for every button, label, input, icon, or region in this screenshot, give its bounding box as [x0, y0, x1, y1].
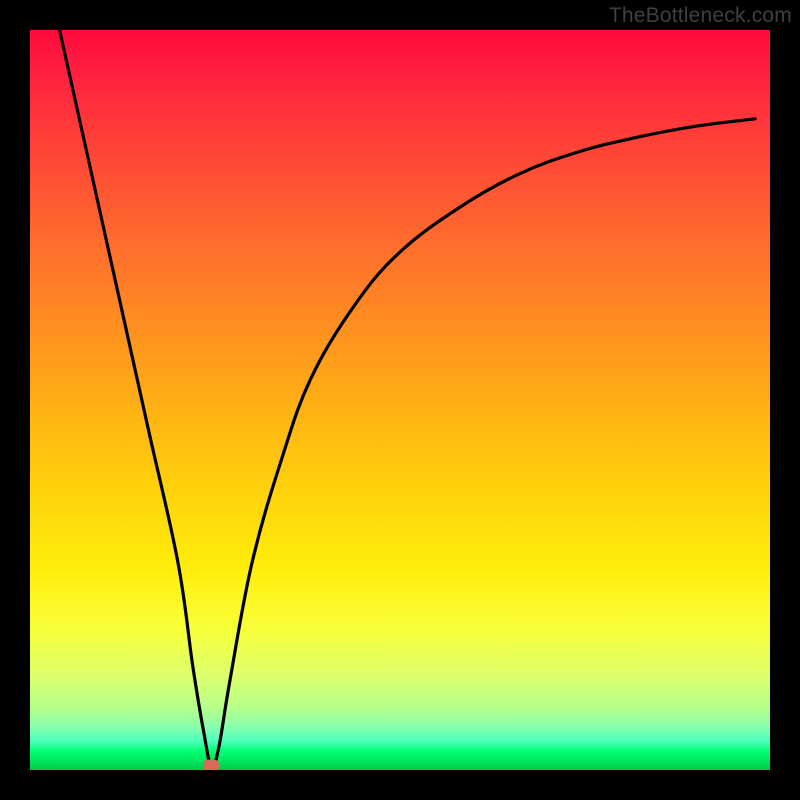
chart-frame: TheBottleneck.com: [0, 0, 800, 800]
curve-svg: [30, 30, 770, 770]
watermark-text: TheBottleneck.com: [609, 4, 792, 28]
optimal-point-marker: [203, 760, 219, 770]
plot-area: [30, 30, 770, 770]
bottleneck-curve: [60, 30, 756, 767]
